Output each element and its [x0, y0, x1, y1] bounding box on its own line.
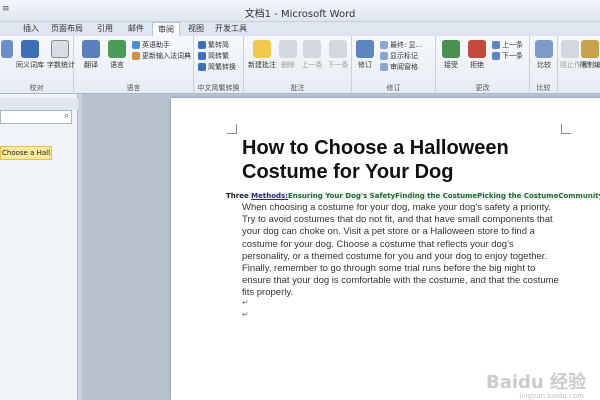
document-page[interactable]: How to Choose a Halloween Costume for Yo… [171, 98, 600, 400]
book-icon [21, 40, 39, 58]
methods-list: Ensuring Your Dog's SafetyFinding the Co… [288, 192, 600, 200]
pane-icon [380, 63, 388, 71]
group-label-changes: 更改 [475, 84, 490, 92]
group-tracking: 修订 最终: 显... 显示标记 审阅窗格 修订 [352, 36, 436, 94]
block-authors-button[interactable]: 阻止作者 [560, 40, 588, 70]
watermark-brand: Baidu 经验 [485, 372, 586, 393]
tab-mailings[interactable]: 邮件 [123, 22, 149, 36]
accept-button[interactable]: 接受 [440, 40, 462, 70]
conversion-button[interactable]: 简繁转换 [198, 62, 236, 72]
lock-icon [581, 40, 599, 58]
group-comments: 新建批注 删除 上一条 下一条 批注 [244, 36, 352, 94]
previous-icon [303, 40, 321, 58]
tab-references[interactable]: 引用 [92, 22, 118, 36]
watermark-url: jingyan.baidu.com [519, 392, 584, 400]
research-button[interactable] [0, 40, 14, 60]
previous-change-button[interactable]: 上一条 [492, 40, 523, 50]
english-assistant-button[interactable]: 英语助手 [132, 40, 170, 50]
delete-icon [279, 40, 297, 58]
ribbon-tabs: 插入 页面布局 引用 邮件 审阅 视图 开发工具 [0, 22, 600, 37]
tab-view[interactable]: 视图 [185, 22, 207, 36]
search-icon[interactable]: ⌕ [64, 111, 69, 121]
next-comment-button[interactable]: 下一条 [326, 40, 350, 70]
group-proofing: 同义词库 字数统计 校对 [0, 36, 75, 94]
group-language: 翻译 语言 英语助手 更新输入法词典 语言 [74, 36, 194, 94]
tab-developer[interactable]: 开发工具 [213, 22, 249, 36]
group-protect: 阻止作者 限制编辑 [558, 36, 600, 94]
next-icon [329, 40, 347, 58]
body-paragraph[interactable]: When choosing a costume for your dog, ma… [242, 202, 562, 300]
globe-icon [108, 40, 126, 58]
simp-to-trad-button[interactable]: 简转繁 [198, 51, 229, 61]
update-ime-button[interactable]: 更新输入法词典 [132, 51, 191, 61]
nav-header [0, 98, 78, 110]
language-button[interactable]: 语言 [106, 40, 128, 70]
reject-button[interactable]: 拒绝 [466, 40, 488, 70]
nav-heading-item[interactable]: Choose a Hall... [0, 146, 52, 160]
display-icon [380, 41, 388, 49]
tab-page-layout[interactable]: 页面布局 [50, 22, 84, 36]
group-label-chinese: 中文简繁转换 [197, 84, 240, 92]
paragraph-mark: ↵ [242, 310, 249, 319]
group-label-language: 语言 [126, 84, 141, 92]
new-comment-button[interactable]: 新建批注 [248, 40, 276, 70]
tab-insert[interactable]: 插入 [18, 22, 44, 36]
reject-icon [468, 40, 486, 58]
track-changes-icon [356, 40, 374, 58]
new-comment-icon [253, 40, 271, 58]
previous-comment-button[interactable]: 上一条 [300, 40, 324, 70]
group-chinese-conversion: 繁转简 简转繁 简繁转换 中文简繁转换 [194, 36, 244, 94]
next-change-button[interactable]: 下一条 [492, 51, 523, 61]
methods-word: Methods: [251, 192, 288, 200]
compare-icon [535, 40, 553, 58]
assistant-icon [132, 41, 140, 49]
title-bar: ≡ 文档1 - Microsoft Word [0, 0, 600, 22]
reviewing-pane-button[interactable]: 审阅窗格 [380, 62, 418, 72]
group-label-comments: 批注 [290, 84, 305, 92]
crop-mark-tr [561, 124, 571, 134]
accept-icon [442, 40, 460, 58]
restrict-editing-button[interactable]: 限制编辑 [580, 40, 600, 70]
word-count-button[interactable]: 字数统计 [47, 40, 75, 70]
group-label-tracking: 修订 [386, 84, 401, 92]
dictionary-icon [132, 52, 140, 60]
navigation-pane: ⌕ Choose a Hall... [0, 94, 78, 400]
trad-to-simp-button[interactable]: 繁转简 [198, 40, 229, 50]
translate-icon [82, 40, 100, 58]
delete-comment-button[interactable]: 删除 [278, 40, 298, 70]
group-compare: 比较 比较 [530, 36, 558, 94]
previous-icon [492, 41, 500, 49]
research-icon [1, 40, 13, 58]
nav-search-input[interactable]: ⌕ [0, 110, 72, 124]
ribbon: 同义词库 字数统计 校对 翻译 语言 英语助手 更新输入法词典 语言 繁转简 简… [0, 36, 600, 94]
group-changes: 接受 拒绝 上一条 下一条 更改 [436, 36, 530, 94]
crop-mark-tl [227, 124, 237, 134]
compare-button[interactable]: 比较 [533, 40, 555, 70]
show-markup-button[interactable]: 显示标记 [380, 51, 418, 61]
display-for-review-select[interactable]: 最终: 显... [380, 40, 422, 50]
document-title[interactable]: How to Choose a Halloween Costume for Yo… [242, 136, 542, 184]
convert-icon [198, 41, 206, 49]
translate-button[interactable]: 翻译 [80, 40, 102, 70]
convert-icon [198, 63, 206, 71]
abc-123-icon [51, 40, 69, 58]
thesaurus-button[interactable]: 同义词库 [16, 40, 44, 70]
track-changes-button[interactable]: 修订 [354, 40, 376, 70]
window-title: 文档1 - Microsoft Word [244, 9, 356, 20]
paragraph-mark: ↵ [242, 298, 249, 307]
markup-icon [380, 52, 388, 60]
tab-review[interactable]: 审阅 [152, 22, 180, 37]
block-icon [561, 40, 579, 58]
next-icon [492, 52, 500, 60]
group-label-compare: 比较 [536, 84, 551, 92]
methods-line[interactable]: Three Methods:Ensuring Your Dog's Safety… [226, 192, 600, 200]
vertical-ruler [78, 94, 82, 400]
convert-icon [198, 52, 206, 60]
group-label-proofing: 校对 [29, 84, 44, 92]
